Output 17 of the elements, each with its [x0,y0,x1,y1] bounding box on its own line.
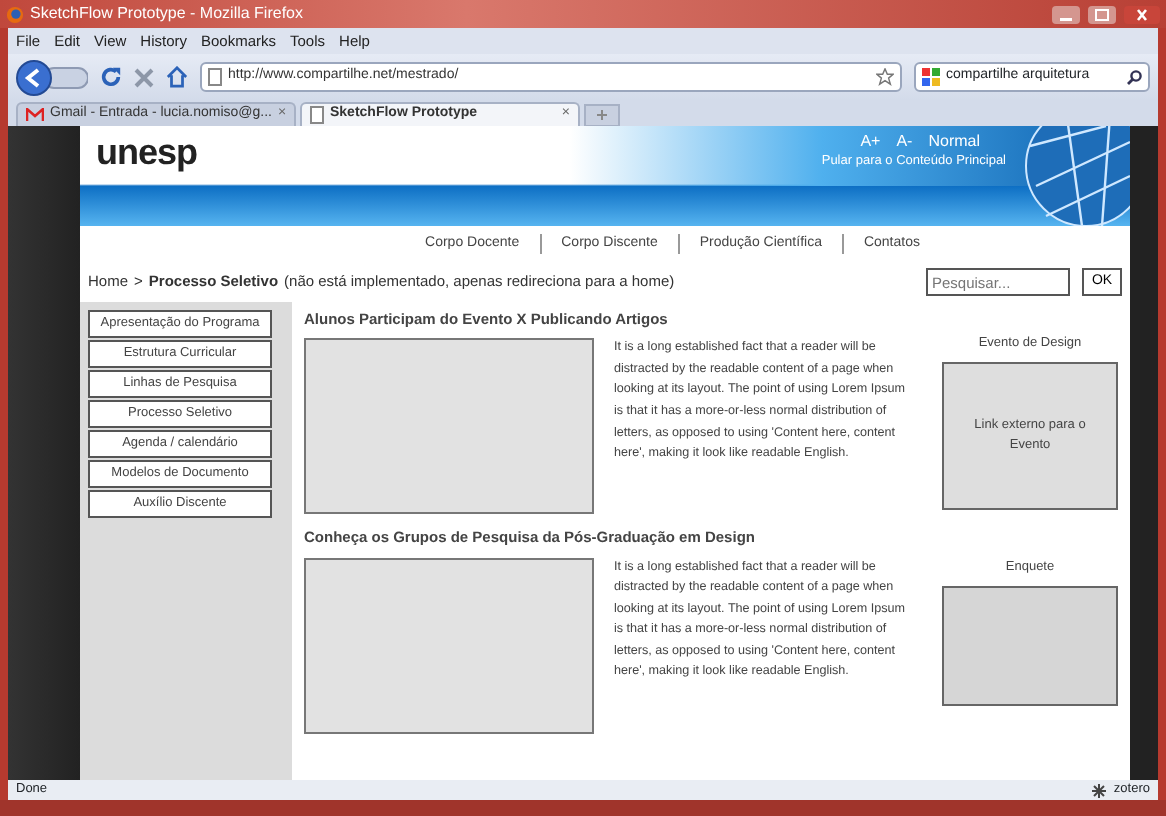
font-size-link[interactable]: Normal [928,130,980,154]
search-icon[interactable] [1126,69,1142,85]
minimize-icon[interactable] [1052,5,1080,23]
zotero-icon[interactable] [1091,783,1106,797]
firefox-icon [6,5,24,23]
maximize-icon[interactable] [1088,5,1116,23]
google-icon [922,68,940,86]
window-title: SketchFlow Prototype - Mozilla Firefox [30,2,303,26]
logo[interactable]: unesp [96,134,198,170]
close-icon[interactable] [1124,5,1160,23]
back-button[interactable] [16,59,88,95]
reload-icon[interactable] [100,66,122,88]
home-icon[interactable] [166,66,188,88]
star-icon[interactable] [876,68,894,86]
page-icon [208,68,222,86]
mail-icon [26,108,44,122]
page-icon [310,106,324,124]
